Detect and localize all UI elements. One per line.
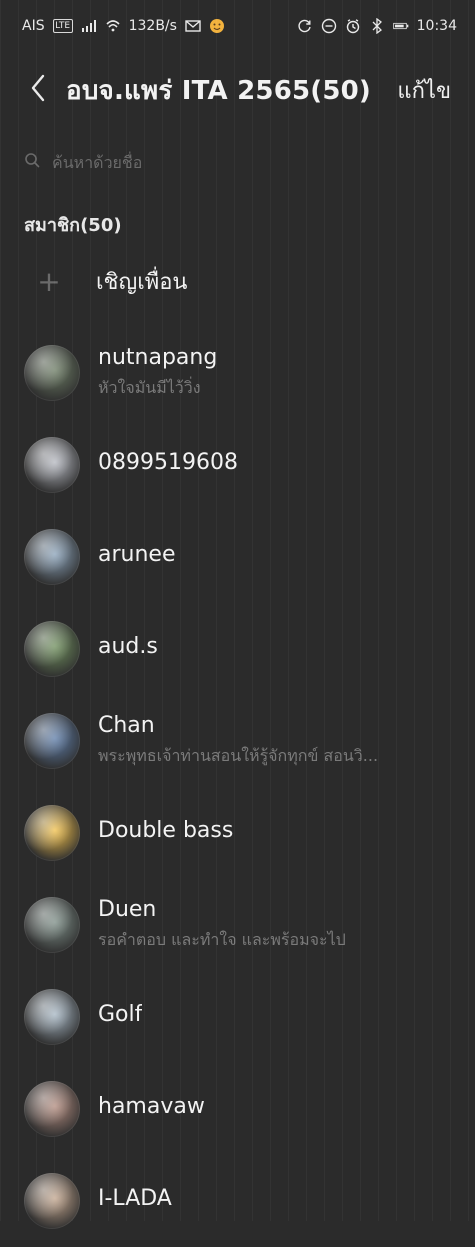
list-item[interactable]: Duen รอคำตอบ และทำใจ และพร้อมจะไป: [0, 879, 475, 971]
member-name: 0899519608: [98, 449, 238, 475]
member-texts: aud.s: [98, 634, 158, 665]
avatar: [24, 529, 80, 585]
member-texts: Duen รอคำตอบ และทำใจ และพร้อมจะไป: [98, 897, 346, 953]
avatar: [24, 989, 80, 1045]
search-icon: [24, 152, 40, 172]
avatar: [24, 437, 80, 493]
bluetooth-icon: [369, 18, 385, 34]
members-section-title: สมาชิก(50): [24, 215, 122, 236]
mail-icon: [185, 18, 201, 34]
members-list: nutnapang หัวใจมันมีไว้วิ่ง 0899519608 a…: [0, 327, 475, 1247]
member-texts: 0899519608: [98, 450, 238, 481]
list-item[interactable]: aud.s: [0, 603, 475, 695]
list-item[interactable]: 0899519608: [0, 419, 475, 511]
emoji-icon: [209, 18, 225, 34]
network-speed: 132B/s: [128, 18, 177, 34]
member-name: aud.s: [98, 633, 158, 659]
list-item[interactable]: arunee: [0, 511, 475, 603]
member-texts: Golf: [98, 1002, 142, 1033]
signal-icon: [81, 18, 97, 34]
member-name: Double bass: [98, 817, 234, 843]
sync-icon: [297, 18, 313, 34]
avatar: [24, 345, 80, 401]
list-item[interactable]: hamavaw: [0, 1063, 475, 1155]
member-name: nutnapang: [98, 345, 218, 370]
chevron-left-icon: [29, 74, 47, 106]
status-left: AIS LTE 132B/s: [22, 18, 225, 34]
edit-button[interactable]: แก้ไข: [389, 67, 459, 114]
do-not-disturb-icon: [321, 18, 337, 34]
wifi-icon: [105, 18, 121, 34]
member-texts: Double bass: [98, 818, 233, 849]
member-texts: hamavaw: [98, 1094, 205, 1125]
alarm-icon: [345, 18, 361, 34]
carrier-label: AIS: [22, 18, 45, 34]
avatar: [24, 713, 80, 769]
search-bar: [24, 132, 451, 192]
list-item[interactable]: nutnapang หัวใจมันมีไว้วิ่ง: [0, 327, 475, 419]
avatar: [24, 1081, 80, 1137]
back-button[interactable]: [24, 70, 52, 110]
invite-friends-label: เชิญเพื่อน: [96, 269, 188, 295]
search-input[interactable]: [50, 143, 451, 181]
member-name: hamavaw: [98, 1093, 205, 1119]
list-item[interactable]: I-LADA: [0, 1155, 475, 1247]
clock: 10:34: [416, 18, 457, 34]
invite-friends-row[interactable]: + เชิญเพื่อน: [0, 239, 475, 323]
member-status: รอคำตอบ และทำใจ และพร้อมจะไป: [98, 930, 346, 949]
avatar: [24, 897, 80, 953]
member-name: I-LADA: [98, 1185, 172, 1211]
group-title: อบจ.แพร่ ITA 2565(50): [66, 75, 372, 106]
member-name: Duen: [98, 897, 157, 922]
list-item[interactable]: Double bass: [0, 787, 475, 879]
status-bar: AIS LTE 132B/s 10:34: [0, 0, 475, 52]
lte-badge-text: LTE: [55, 21, 71, 31]
member-texts: Chan พระพุทธเจ้าท่านสอนให้รู้จักทุกข์ สอ…: [98, 713, 378, 769]
member-status: หัวใจมันมีไว้วิ่ง: [98, 378, 201, 397]
app-bar: อบจ.แพร่ ITA 2565(50) แก้ไข: [0, 52, 475, 128]
member-name: arunee: [98, 541, 176, 567]
member-name: Golf: [98, 1001, 143, 1027]
member-status: พระพุทธเจ้าท่านสอนให้รู้จักทุกข์ สอนวิ..…: [98, 746, 379, 765]
battery-icon: [392, 18, 409, 34]
avatar: [24, 805, 80, 861]
avatar: [24, 621, 80, 677]
plus-icon: +: [37, 264, 61, 298]
member-name: Chan: [98, 713, 155, 738]
member-texts: I-LADA: [98, 1186, 172, 1217]
member-texts: arunee: [98, 542, 175, 573]
status-right: 10:34: [297, 18, 457, 34]
list-item[interactable]: Golf: [0, 971, 475, 1063]
list-item[interactable]: Chan พระพุทธเจ้าท่านสอนให้รู้จักทุกข์ สอ…: [0, 695, 475, 787]
lte-icon: LTE: [52, 19, 73, 33]
member-texts: nutnapang หัวใจมันมีไว้วิ่ง: [98, 345, 217, 401]
